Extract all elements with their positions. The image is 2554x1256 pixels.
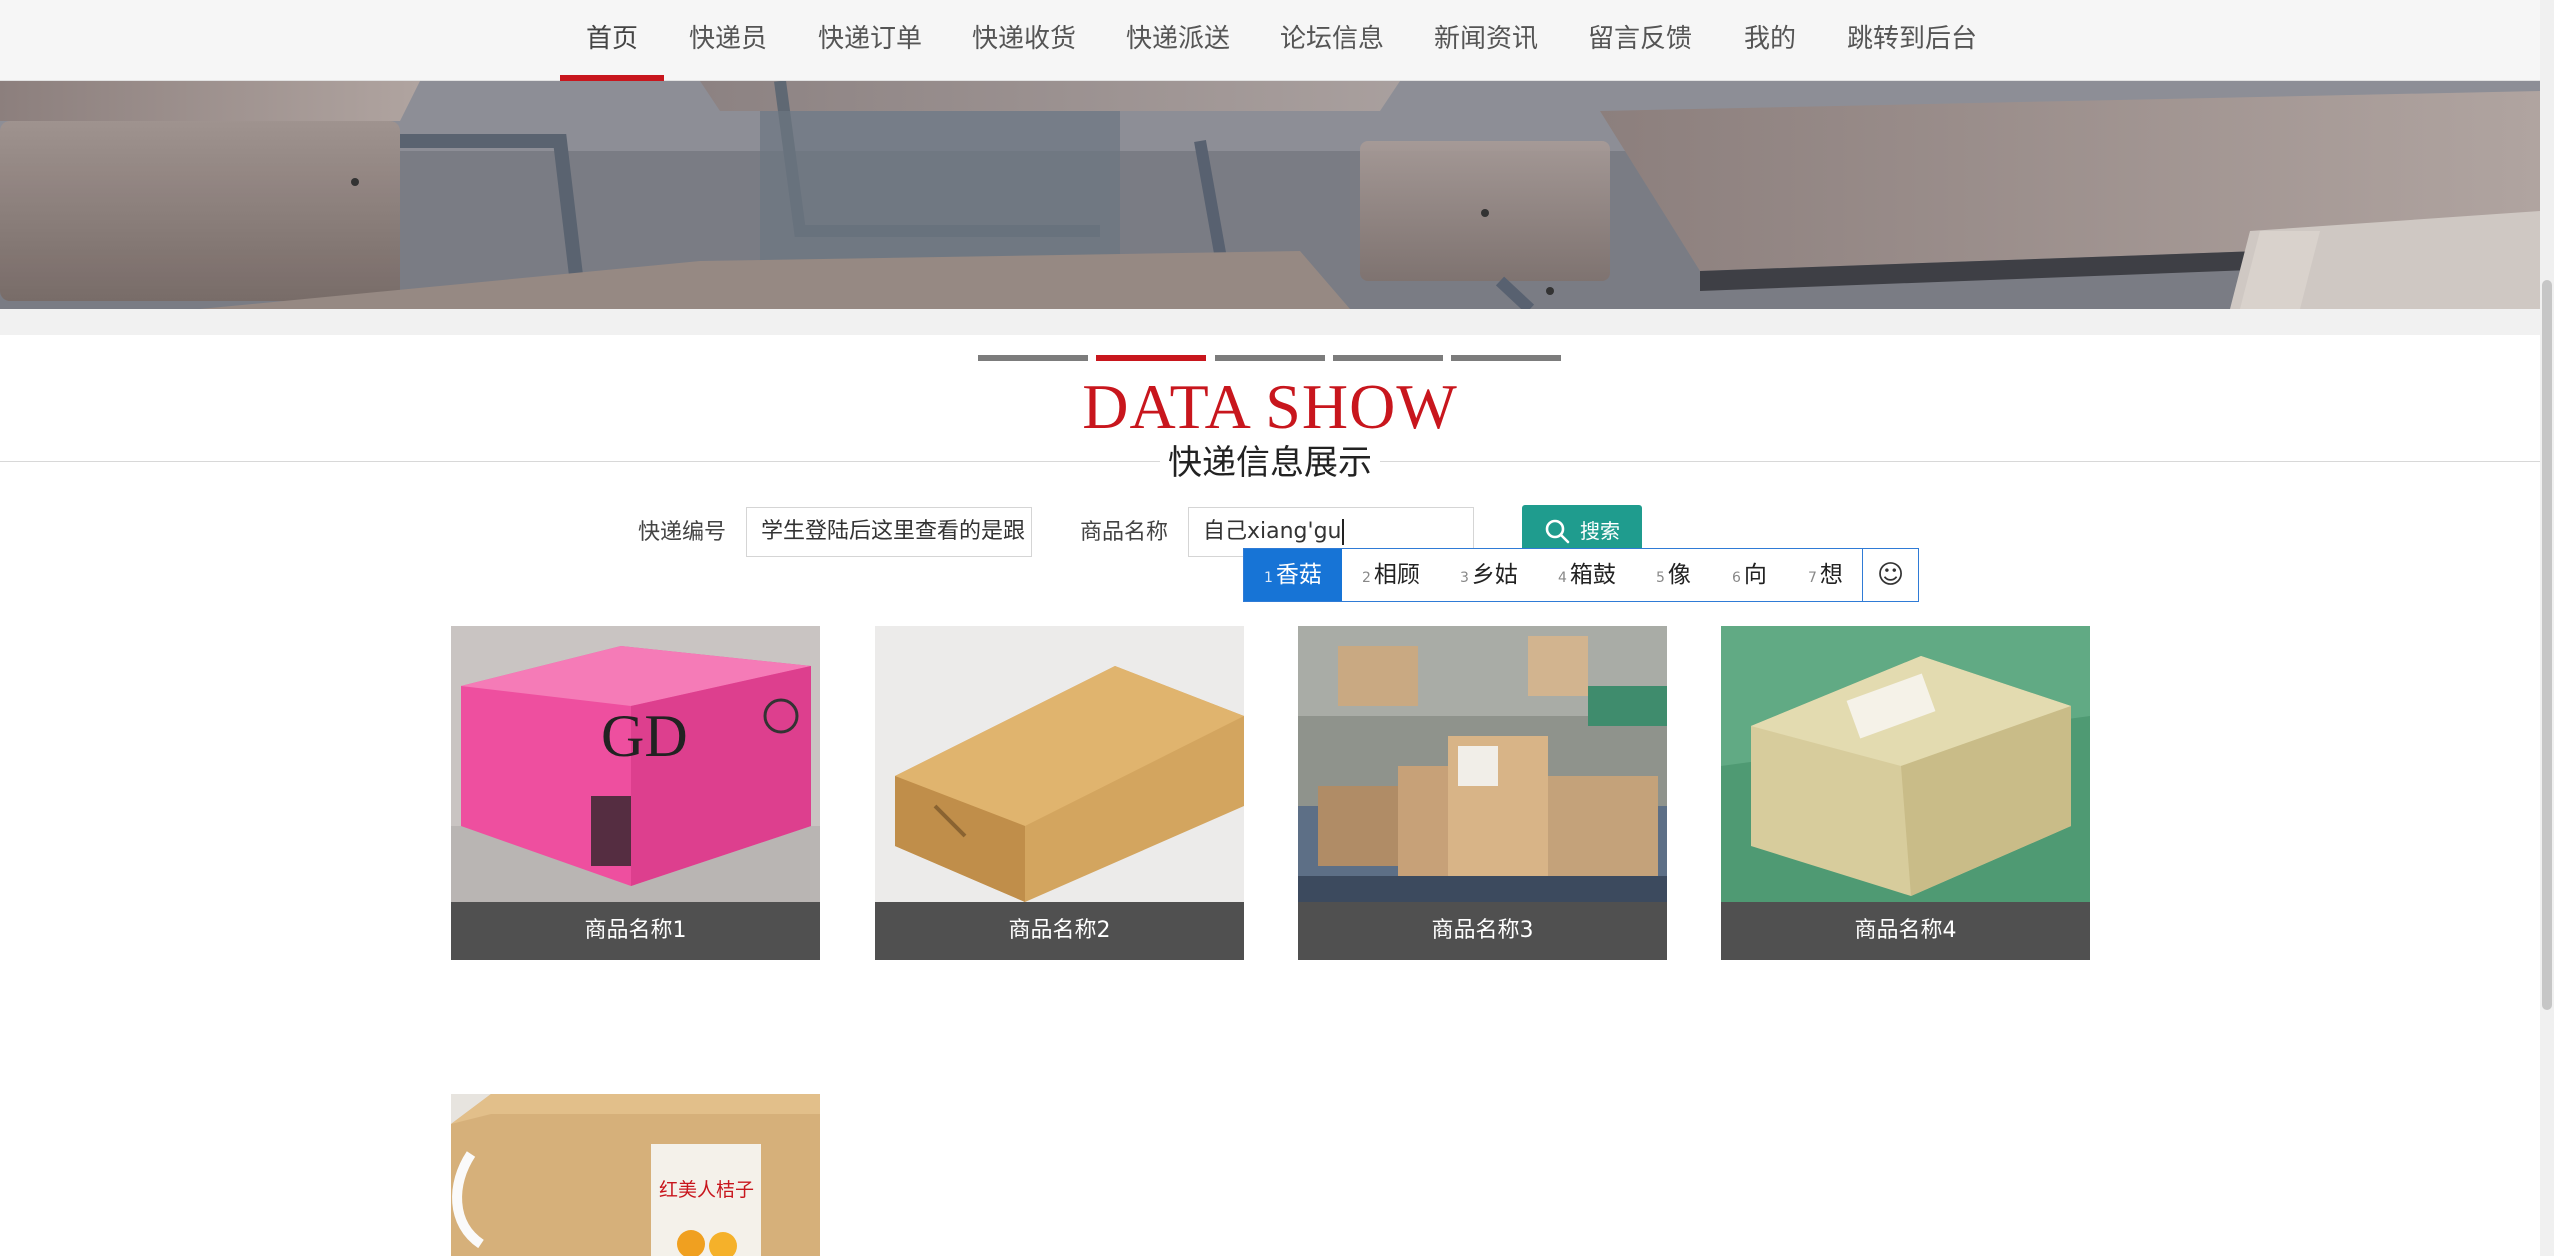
product-name-label: 商品名称 — [1080, 520, 1169, 545]
carousel-indicator-3[interactable] — [1215, 355, 1325, 361]
nav-item-express-orders[interactable]: 快递订单 — [810, 0, 930, 81]
product-image-flat-kraft-box[interactable] — [875, 626, 1244, 902]
smiley-icon[interactable]: ☺ — [1862, 549, 1918, 601]
fruit-box-label: 红美人桔子 — [659, 1179, 754, 1201]
banner-shadow-strip — [0, 309, 2540, 335]
section-title-en: DATA SHOW — [1082, 371, 1458, 442]
section-title-cn: 快递信息展示 — [1160, 440, 1380, 486]
product-name[interactable]: 商品名称2 — [875, 902, 1244, 960]
product-name[interactable]: 商品名称4 — [1721, 902, 2090, 960]
product-card-5[interactable]: 红美人桔子 — [451, 1094, 820, 1256]
ime-candidate-1[interactable]: 1 香菇 — [1244, 549, 1342, 601]
nav-item-express-delivery[interactable]: 快递派送 — [1118, 0, 1238, 81]
nav-item-admin[interactable]: 跳转到后台 — [1843, 0, 1981, 81]
carousel-indicator-2[interactable] — [1096, 355, 1206, 361]
banner-image — [0, 81, 2540, 309]
nav-item-mine[interactable]: 我的 — [1735, 0, 1805, 81]
scrollbar-thumb[interactable] — [2542, 280, 2552, 1010]
ime-candidate-bar: 1 香菇 2 相顾 3 乡姑 4 箱鼓 5像 6向 7想 ☺ — [1243, 548, 1919, 602]
product-card-2[interactable]: 商品名称2 — [875, 626, 1244, 960]
express-no-label: 快递编号 — [638, 520, 727, 545]
express-no-value: 学生登陆后这里查看的是跟 — [761, 519, 1026, 544]
ime-candidate-3[interactable]: 3 乡姑 — [1460, 549, 1518, 601]
express-no-input[interactable]: 学生登陆后这里查看的是跟 — [746, 507, 1032, 557]
product-image-taped-box[interactable] — [1721, 626, 2090, 902]
ime-candidate-2[interactable]: 2 相顾 — [1362, 549, 1420, 601]
search-button-label: 搜索 — [1580, 519, 1620, 543]
ime-candidate-7[interactable]: 7想 — [1808, 549, 1843, 601]
ime-candidate-6[interactable]: 6向 — [1732, 549, 1767, 601]
nav-item-news[interactable]: 新闻资讯 — [1426, 0, 1546, 81]
carousel-indicator-4[interactable] — [1333, 355, 1443, 361]
svg-text:GD: GD — [601, 703, 688, 769]
text-caret — [1342, 519, 1345, 545]
product-card-1[interactable]: GD 商品名称1 — [451, 626, 820, 960]
ime-candidate-5[interactable]: 5像 — [1656, 549, 1691, 601]
carousel-indicator-5[interactable] — [1451, 355, 1561, 361]
product-image-pink-box[interactable]: GD — [451, 626, 820, 902]
top-nav: 首页 快递员 快递订单 快递收货 快递派送 论坛信息 新闻资讯 留言反馈 我的 … — [0, 0, 2540, 81]
page-scrollbar[interactable] — [2540, 0, 2554, 1256]
product-name[interactable]: 商品名称1 — [451, 902, 820, 960]
nav-item-home[interactable]: 首页 — [560, 0, 664, 81]
product-name[interactable]: 商品名称3 — [1298, 902, 1667, 960]
search-icon — [1545, 519, 1570, 543]
nav-item-couriers[interactable]: 快递员 — [684, 0, 772, 81]
product-image-fruit-gift-box[interactable]: 红美人桔子 — [451, 1094, 820, 1256]
product-image-parcel-pile[interactable] — [1298, 626, 1667, 902]
product-card-4[interactable]: 商品名称4 — [1721, 626, 2090, 960]
product-card-3[interactable]: 商品名称3 — [1298, 626, 1667, 960]
ime-candidate-4[interactable]: 4 箱鼓 — [1558, 549, 1616, 601]
nav-item-forum[interactable]: 论坛信息 — [1272, 0, 1392, 81]
nav-item-express-receipt[interactable]: 快递收货 — [964, 0, 1084, 81]
product-name-value: 自己xiang'gu — [1203, 519, 1342, 544]
nav-item-feedback[interactable]: 留言反馈 — [1580, 0, 1700, 81]
carousel-indicator-1[interactable] — [978, 355, 1088, 361]
